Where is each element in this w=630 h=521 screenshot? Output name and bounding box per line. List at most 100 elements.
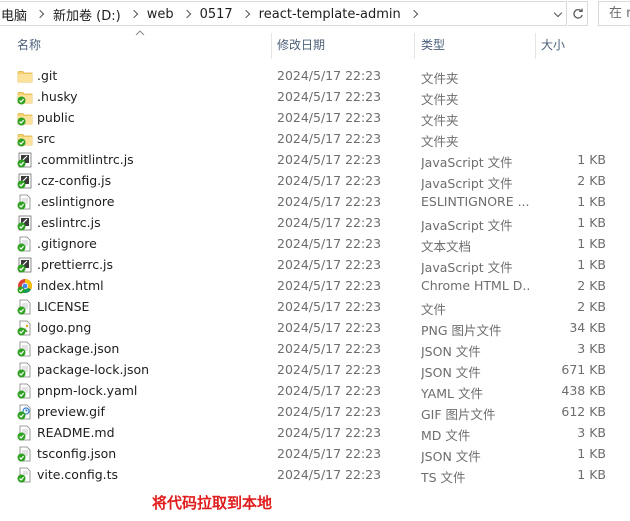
file-type: JSON 文件 bbox=[421, 449, 481, 464]
breadcrumb-item-web[interactable]: web bbox=[145, 7, 176, 22]
file-size: 1 KB bbox=[577, 152, 606, 167]
file-row[interactable]: .husky 2024/5/17 22:23 文件夹 bbox=[0, 86, 630, 107]
file-type: PNG 图片文件 bbox=[421, 323, 502, 338]
breadcrumb-separator-icon[interactable] bbox=[235, 7, 257, 22]
file-modified-date: 2024/5/17 22:23 bbox=[277, 278, 382, 293]
column-header-date[interactable]: 修改日期 bbox=[277, 31, 325, 59]
file-size: 438 KB bbox=[561, 383, 606, 398]
js-file-icon bbox=[17, 257, 33, 273]
chrome-icon bbox=[17, 278, 33, 294]
file-size: 34 KB bbox=[569, 320, 606, 335]
file-row[interactable]: vite.config.ts 2024/5/17 22:23 TS 文件 1 KB bbox=[0, 464, 630, 485]
breadcrumb: 电脑 新加卷 (D:) web 0517 react-template-admi… bbox=[0, 2, 425, 27]
address-bar[interactable]: 电脑 新加卷 (D:) web 0517 react-template-admi… bbox=[0, 1, 567, 26]
file-modified-date: 2024/5/17 22:23 bbox=[277, 89, 382, 104]
file-row[interactable]: .commitlintrc.js 2024/5/17 22:23 JavaScrip… bbox=[0, 149, 630, 170]
text-file-icon bbox=[17, 236, 33, 252]
file-name: .cz-config.js bbox=[37, 173, 112, 188]
column-divider[interactable] bbox=[271, 33, 272, 59]
file-row[interactable]: preview.gif 2024/5/17 22:23 GIF 图片文件 612 KB bbox=[0, 401, 630, 422]
file-type: Chrome HTML D... bbox=[421, 278, 529, 293]
breadcrumb-separator-icon[interactable] bbox=[123, 7, 145, 22]
file-row[interactable]: package.json 2024/5/17 22:23 JSON 文件 3 KB bbox=[0, 338, 630, 359]
file-modified-date: 2024/5/17 22:23 bbox=[277, 236, 382, 251]
file-type: 文件 bbox=[421, 302, 447, 317]
folder-synced-icon bbox=[17, 131, 33, 147]
text-file-icon bbox=[17, 446, 33, 462]
file-name: .husky bbox=[37, 89, 78, 104]
file-row[interactable]: index.html 2024/5/17 22:23 Chrome HTML D..… bbox=[0, 275, 630, 296]
file-type: ESLINTIGNORE ... bbox=[421, 194, 529, 209]
breadcrumb-item-0517[interactable]: 0517 bbox=[198, 7, 235, 22]
file-name: public bbox=[37, 110, 75, 125]
file-size: 612 KB bbox=[561, 404, 606, 419]
breadcrumb-item-computer[interactable]: 电脑 bbox=[0, 5, 29, 24]
ts-file-icon bbox=[17, 467, 33, 483]
chevron-down-icon bbox=[553, 8, 562, 17]
folder-synced-icon bbox=[17, 89, 33, 105]
refresh-icon bbox=[572, 8, 583, 19]
file-size: 1 KB bbox=[577, 215, 606, 230]
refresh-button[interactable] bbox=[568, 1, 588, 26]
file-row[interactable]: src 2024/5/17 22:23 文件夹 bbox=[0, 128, 630, 149]
address-history-dropdown[interactable] bbox=[549, 6, 566, 23]
file-size: 3 KB bbox=[577, 425, 606, 440]
file-row[interactable]: .eslintignore 2024/5/17 22:23 ESLINTIGNORE… bbox=[0, 191, 630, 212]
file-modified-date: 2024/5/17 22:23 bbox=[277, 173, 382, 188]
file-size: 1 KB bbox=[577, 236, 606, 251]
image-file-icon bbox=[17, 320, 33, 336]
file-modified-date: 2024/5/17 22:23 bbox=[277, 467, 382, 482]
column-header-name[interactable]: 名称 bbox=[17, 31, 41, 59]
search-input[interactable]: 在 r bbox=[598, 1, 630, 26]
file-row[interactable]: .prettierrc.js 2024/5/17 22:23 JavaScript … bbox=[0, 254, 630, 275]
column-divider[interactable] bbox=[414, 33, 415, 59]
file-modified-date: 2024/5/17 22:23 bbox=[277, 68, 382, 83]
file-row[interactable]: .git 2024/5/17 22:23 文件夹 bbox=[0, 65, 630, 86]
file-modified-date: 2024/5/17 22:23 bbox=[277, 425, 382, 440]
file-modified-date: 2024/5/17 22:23 bbox=[277, 362, 382, 377]
file-size: 671 KB bbox=[561, 362, 606, 377]
breadcrumb-item-current-folder[interactable]: react-template-admin bbox=[257, 7, 403, 22]
column-divider[interactable] bbox=[535, 33, 536, 59]
breadcrumb-separator-icon[interactable] bbox=[176, 7, 198, 22]
file-name: pnpm-lock.yaml bbox=[37, 383, 138, 398]
file-name: .prettierrc.js bbox=[37, 257, 114, 272]
breadcrumb-separator-icon[interactable] bbox=[29, 7, 51, 22]
file-size: 1 KB bbox=[577, 257, 606, 272]
file-type: TS 文件 bbox=[421, 470, 466, 485]
folder-synced-icon bbox=[17, 110, 33, 126]
file-row[interactable]: .gitignore 2024/5/17 22:23 文本文档 1 KB bbox=[0, 233, 630, 254]
file-type: JavaScript 文件 bbox=[421, 260, 513, 275]
file-name: README.md bbox=[37, 425, 115, 440]
file-type: 文件夹 bbox=[421, 92, 459, 107]
file-modified-date: 2024/5/17 22:23 bbox=[277, 194, 382, 209]
breadcrumb-item-drive[interactable]: 新加卷 (D:) bbox=[51, 5, 123, 24]
file-row[interactable]: README.md 2024/5/17 22:23 MD 文件 3 KB bbox=[0, 422, 630, 443]
file-type: 文件夹 bbox=[421, 134, 459, 149]
file-type: JSON 文件 bbox=[421, 365, 481, 380]
file-row[interactable]: package-lock.json 2024/5/17 22:23 JSON 文件 6… bbox=[0, 359, 630, 380]
file-row[interactable]: logo.png 2024/5/17 22:23 PNG 图片文件 34 KB bbox=[0, 317, 630, 338]
column-header-type[interactable]: 类型 bbox=[421, 31, 445, 59]
file-row[interactable]: public 2024/5/17 22:23 文件夹 bbox=[0, 107, 630, 128]
file-row[interactable]: LICENSE 2024/5/17 22:23 文件 2 KB bbox=[0, 296, 630, 317]
file-name: preview.gif bbox=[37, 404, 105, 419]
sort-ascending-icon bbox=[135, 30, 145, 36]
file-name: .eslintrc.js bbox=[37, 215, 101, 230]
file-name: LICENSE bbox=[37, 299, 90, 314]
file-type: 文件夹 bbox=[421, 71, 459, 86]
file-name: src bbox=[37, 131, 56, 146]
file-type: JavaScript 文件 bbox=[421, 155, 513, 170]
file-name: package.json bbox=[37, 341, 120, 356]
file-row[interactable]: pnpm-lock.yaml 2024/5/17 22:23 YAML 文件 438 … bbox=[0, 380, 630, 401]
file-name: .git bbox=[37, 68, 58, 83]
file-row[interactable]: .eslintrc.js 2024/5/17 22:23 JavaScript 文件… bbox=[0, 212, 630, 233]
file-size: 3 KB bbox=[577, 341, 606, 356]
breadcrumb-separator-icon[interactable] bbox=[403, 7, 425, 22]
column-header-size[interactable]: 大小 bbox=[541, 31, 565, 59]
file-row[interactable]: tsconfig.json 2024/5/17 22:23 JSON 文件 1 KB bbox=[0, 443, 630, 464]
file-modified-date: 2024/5/17 22:23 bbox=[277, 299, 382, 314]
file-row[interactable]: .cz-config.js 2024/5/17 22:23 JavaScript 文… bbox=[0, 170, 630, 191]
js-file-icon bbox=[17, 173, 33, 189]
gif-file-icon bbox=[17, 404, 33, 420]
